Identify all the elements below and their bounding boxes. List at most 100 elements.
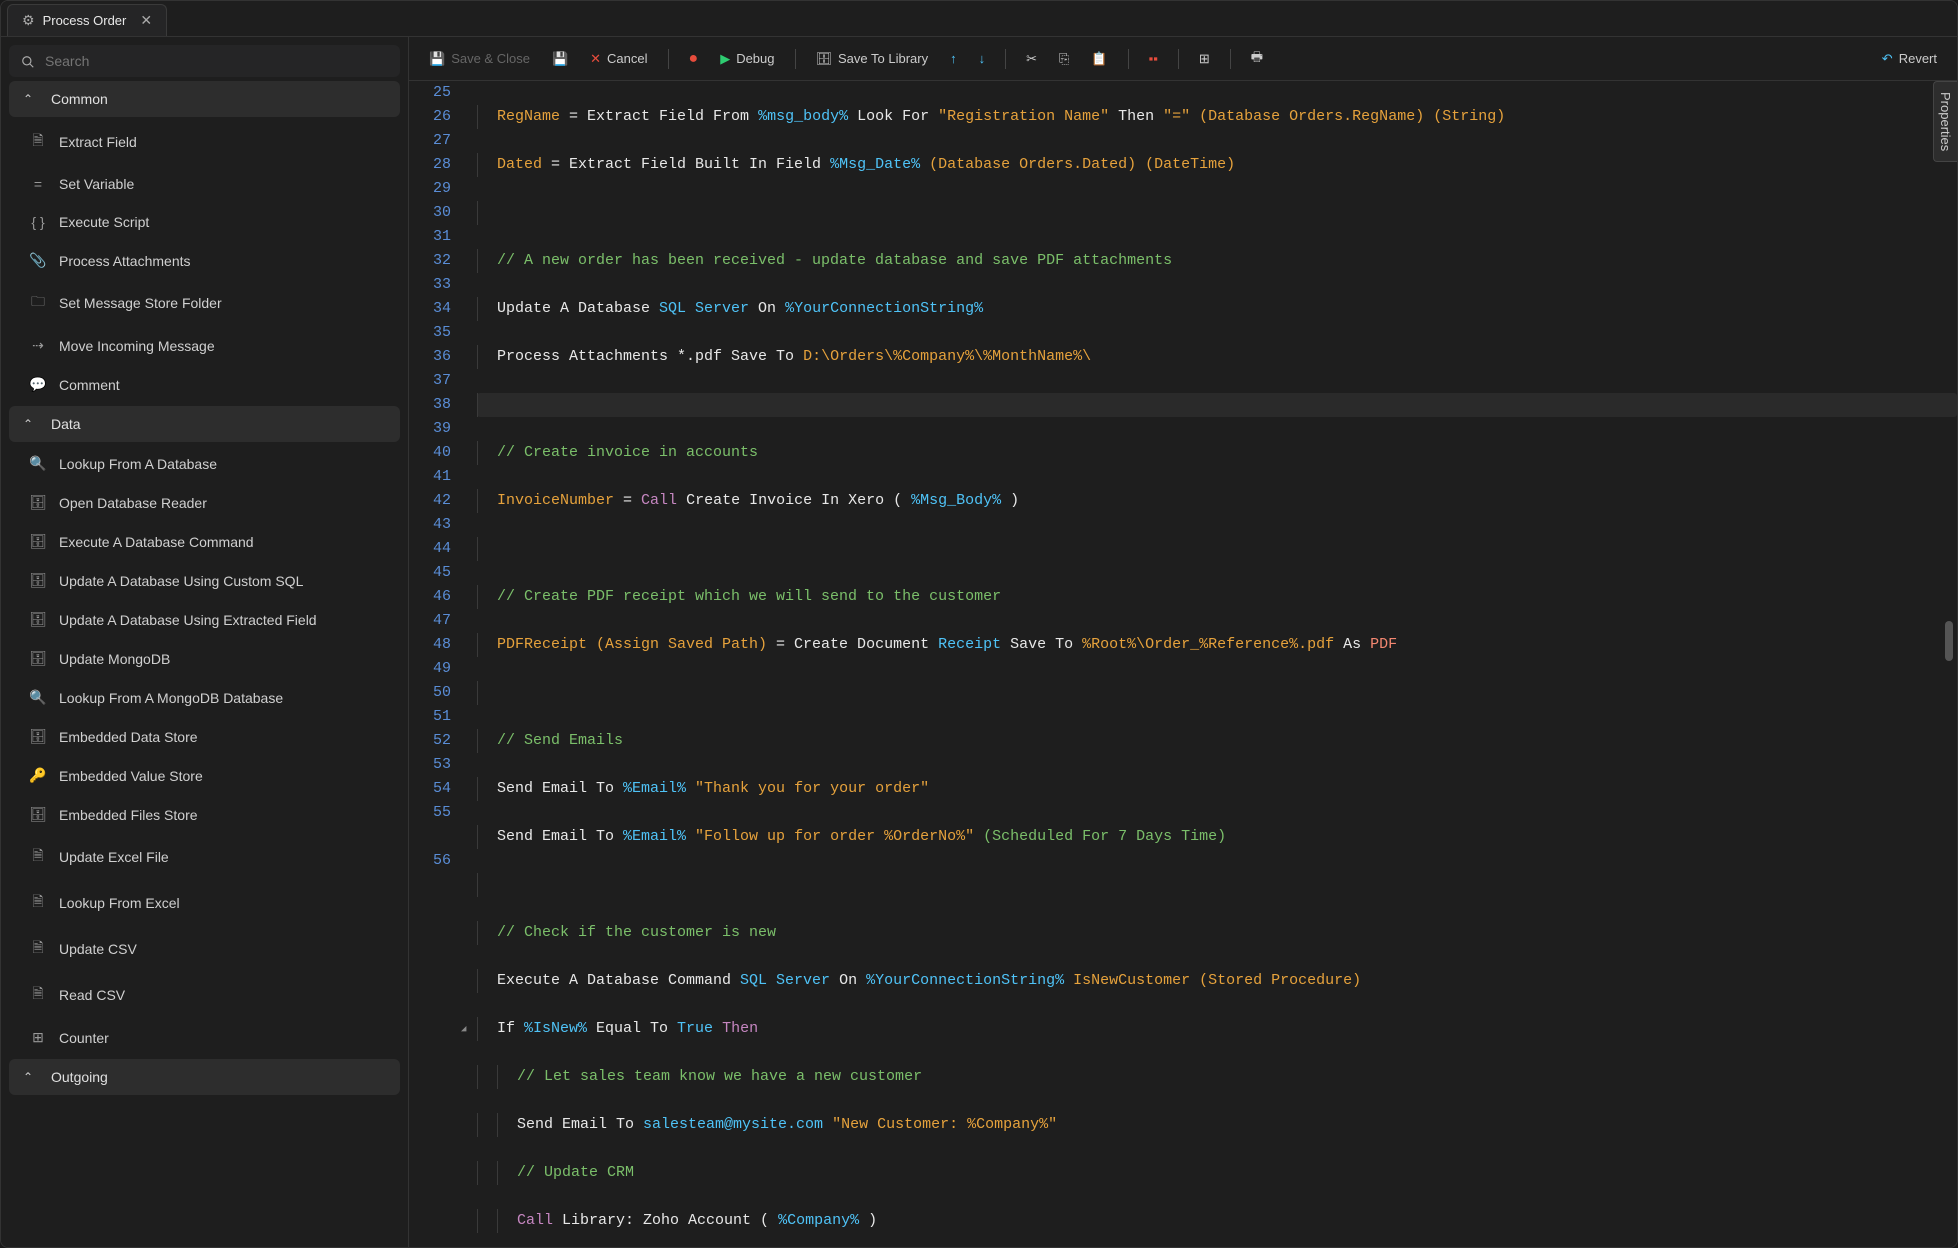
csv-icon: 🗎 — [29, 983, 47, 1007]
record-icon: ● — [689, 50, 699, 68]
sidebar-item-extract-field[interactable]: 🗎Extract Field — [9, 121, 400, 163]
toolbar: 💾Save & Close 💾 ✕Cancel ● ▶Debug 🗄Save T… — [409, 37, 1957, 81]
sidebar-item-process-attachments[interactable]: 📎Process Attachments — [9, 243, 400, 278]
revert-icon: ↶ — [1882, 51, 1893, 67]
search-icon — [21, 53, 35, 69]
sidebar-item-update-db-field[interactable]: 🗄Update A Database Using Extracted Field — [9, 602, 400, 637]
revert-button[interactable]: ↶Revert — [1874, 47, 1945, 71]
print-button[interactable]: 🖶 — [1243, 44, 1271, 74]
comment-icon: 💬 — [29, 376, 47, 393]
sidebar-item-comment[interactable]: 💬Comment — [9, 367, 400, 402]
sidebar-item-counter[interactable]: ⊞Counter — [9, 1020, 400, 1055]
separator — [1230, 49, 1231, 69]
breakpoint-button[interactable]: ▪▪ — [1141, 47, 1166, 70]
paperclip-icon: 📎 — [29, 252, 47, 269]
save-button[interactable]: 💾 — [544, 47, 576, 71]
section-label: Common — [51, 91, 108, 107]
search-icon: 🔍 — [29, 455, 47, 472]
sidebar-item-execute-db-command[interactable]: 🗄Execute A Database Command — [9, 524, 400, 559]
separator — [668, 49, 669, 69]
counter-icon: ⊞ — [29, 1029, 47, 1046]
section-outgoing[interactable]: ⌃ Outgoing — [9, 1059, 400, 1095]
move-down-button[interactable]: ↓ — [971, 47, 994, 70]
sidebar-item-update-csv[interactable]: 🗎Update CSV — [9, 928, 400, 970]
section-label: Data — [51, 416, 81, 432]
print-icon: 🖶 — [1251, 48, 1263, 70]
sidebar-item-update-mongodb[interactable]: 🗄Update MongoDB — [9, 641, 400, 676]
scrollbar-thumb[interactable] — [1945, 621, 1953, 661]
excel-icon: 🗎 — [29, 891, 47, 915]
code-content[interactable]: RegName = Extract Field From %msg_body% … — [469, 81, 1957, 1247]
save-icon: 💾 — [429, 51, 445, 67]
tab-process-order[interactable]: ⚙ Process Order ✕ — [7, 4, 167, 36]
sidebar-item-update-db-sql[interactable]: 🗄Update A Database Using Custom SQL — [9, 563, 400, 598]
separator — [1178, 49, 1179, 69]
database-icon: 🗄 — [29, 494, 47, 511]
cancel-button[interactable]: ✕Cancel — [582, 47, 655, 71]
properties-panel-tab[interactable]: Properties — [1933, 81, 1957, 162]
sidebar-item-set-message-store[interactable]: 🗀Set Message Store Folder — [9, 282, 400, 324]
database-icon: 🗄 — [29, 572, 47, 589]
save-icon: 💾 — [552, 51, 568, 67]
arrow-down-icon: ↓ — [979, 51, 986, 66]
separator — [1005, 49, 1006, 69]
search-icon: 🔍 — [29, 689, 47, 706]
chevron-up-icon: ⌃ — [23, 417, 37, 431]
separator — [1128, 49, 1129, 69]
copy-icon: ⎘ — [1059, 51, 1069, 67]
sidebar-item-set-variable[interactable]: =Set Variable — [9, 167, 400, 201]
record-button[interactable]: ● — [681, 46, 707, 72]
sidebar-item-lookup-mongodb[interactable]: 🔍Lookup From A MongoDB Database — [9, 680, 400, 715]
search-input[interactable] — [45, 53, 388, 69]
sidebar-item-embedded-data[interactable]: 🗄Embedded Data Store — [9, 719, 400, 754]
folder-icon: 🗀 — [29, 291, 47, 315]
save-close-button[interactable]: 💾Save & Close — [421, 47, 538, 71]
wrap-button[interactable]: ⊞ — [1191, 47, 1218, 71]
cancel-icon: ✕ — [590, 51, 601, 67]
files-icon: 🗄 — [29, 806, 47, 823]
equals-icon: = — [29, 176, 47, 192]
breakpoint-icon: ▪▪ — [1149, 51, 1158, 66]
fold-icon[interactable]: ◢ — [461, 1017, 466, 1041]
sidebar-item-update-excel[interactable]: 🗎Update Excel File — [9, 836, 400, 878]
sidebar-item-embedded-files[interactable]: 🗄Embedded Files Store — [9, 797, 400, 832]
key-icon: 🔑 — [29, 767, 47, 784]
wrap-icon: ⊞ — [1199, 51, 1210, 67]
section-label: Outgoing — [51, 1069, 108, 1085]
database-icon: 🗄 — [29, 650, 47, 667]
close-icon[interactable]: ✕ — [140, 12, 152, 29]
paste-icon: 📋 — [1091, 51, 1107, 67]
copy-button[interactable]: ⎘ — [1051, 47, 1077, 71]
section-common[interactable]: ⌃ Common — [9, 81, 400, 117]
save-library-button[interactable]: 🗄Save To Library — [808, 47, 937, 71]
braces-icon: { } — [29, 214, 47, 230]
debug-button[interactable]: ▶Debug — [712, 47, 782, 71]
paste-button[interactable]: 📋 — [1083, 47, 1115, 71]
move-icon: ⇢ — [29, 337, 47, 354]
move-up-button[interactable]: ↑ — [942, 47, 965, 70]
database-icon: 🗄 — [29, 611, 47, 628]
tab-bar: ⚙ Process Order ✕ — [1, 1, 1957, 37]
sidebar-item-execute-script[interactable]: { }Execute Script — [9, 205, 400, 239]
sidebar-item-lookup-database[interactable]: 🔍Lookup From A Database — [9, 446, 400, 481]
editor: 💾Save & Close 💾 ✕Cancel ● ▶Debug 🗄Save T… — [409, 37, 1957, 1247]
sidebar-item-lookup-excel[interactable]: 🗎Lookup From Excel — [9, 882, 400, 924]
database-icon: 🗄 — [29, 533, 47, 550]
sidebar-item-read-csv[interactable]: 🗎Read CSV — [9, 974, 400, 1016]
separator — [795, 49, 796, 69]
cut-button[interactable]: ✂ — [1018, 47, 1045, 71]
tab-title: Process Order — [43, 13, 127, 28]
line-gutter: 2526272829303132333435363738394041424344… — [409, 81, 469, 1247]
code-area[interactable]: 2526272829303132333435363738394041424344… — [409, 81, 1957, 1247]
chevron-up-icon: ⌃ — [23, 92, 37, 106]
section-data[interactable]: ⌃ Data — [9, 406, 400, 442]
search-box[interactable] — [9, 45, 400, 77]
sidebar-item-embedded-value[interactable]: 🔑Embedded Value Store — [9, 758, 400, 793]
scissors-icon: ✂ — [1026, 51, 1037, 67]
sidebar-item-open-db-reader[interactable]: 🗄Open Database Reader — [9, 485, 400, 520]
chevron-up-icon: ⌃ — [23, 1070, 37, 1084]
gears-icon: ⚙ — [22, 12, 35, 29]
database-icon: 🗄 — [29, 728, 47, 745]
sidebar-item-move-incoming[interactable]: ⇢Move Incoming Message — [9, 328, 400, 363]
excel-icon: 🗎 — [29, 845, 47, 869]
